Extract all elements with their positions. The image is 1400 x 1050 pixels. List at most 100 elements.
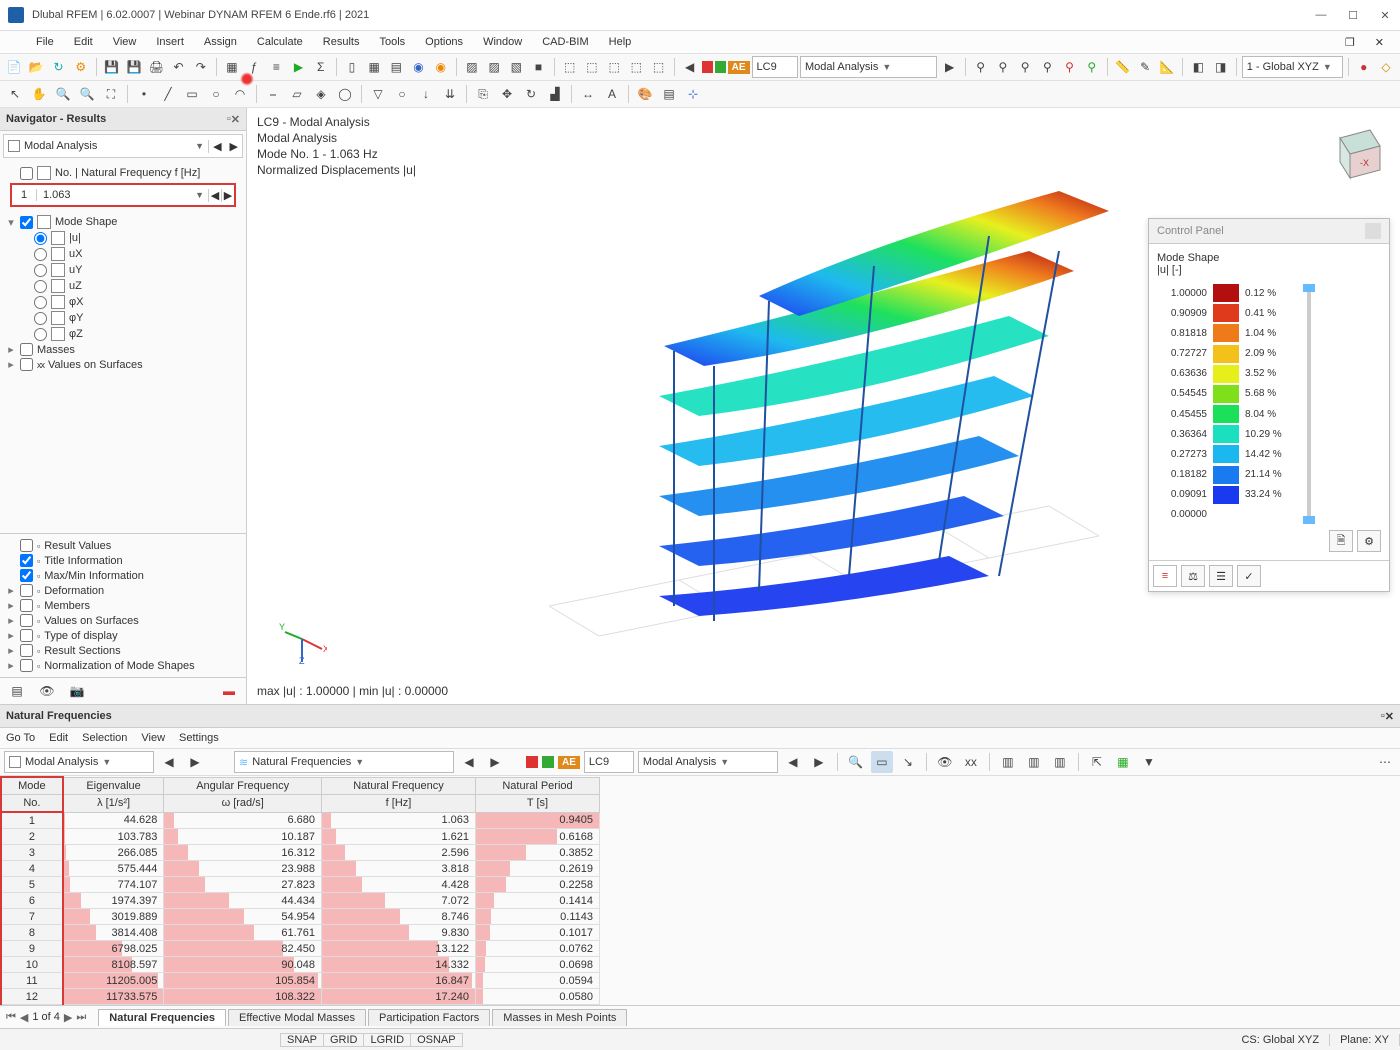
component-uY[interactable]: uY [6, 262, 240, 278]
menu-tools[interactable]: Tools [369, 34, 415, 50]
page-first-icon[interactable]: ⏮ [6, 1011, 16, 1024]
open-icon[interactable]: 📂 [26, 56, 46, 78]
navopt-0[interactable]: ▫Result Values [6, 538, 240, 553]
tab-2[interactable]: Participation Factors [368, 1009, 490, 1026]
navigator-close-icon[interactable]: ✕ [231, 113, 240, 126]
loadcase-name-combo[interactable]: Modal Analysis▼ [800, 56, 938, 78]
axis-icon[interactable]: ⊹ [682, 83, 704, 105]
table-row[interactable]: 83814.40861.7619.8300.1017 [1, 925, 600, 941]
menu-file[interactable]: File [26, 34, 64, 50]
load2-icon[interactable]: ⇊ [439, 83, 461, 105]
app-menu-icon[interactable] [6, 35, 20, 49]
freq-next-icon[interactable]: ▶ [221, 189, 234, 202]
arc-icon[interactable]: ◠ [229, 83, 251, 105]
tile-icon[interactable]: ▦ [364, 56, 384, 78]
table-next-icon[interactable]: ▶ [184, 751, 206, 773]
frequency-selector[interactable]: 1 1.063 ▼ ◀ ▶ [10, 183, 236, 207]
snap-OSNAP[interactable]: OSNAP [411, 1033, 463, 1047]
close-doc-icon[interactable]: ✕ [1365, 34, 1394, 51]
solid2-icon[interactable]: ◈ [310, 83, 332, 105]
pencil-icon[interactable]: ✎ [1135, 56, 1155, 78]
table-row[interactable]: 2103.78310.1871.6210.6168 [1, 829, 600, 845]
cursor-icon[interactable]: ↖ [4, 83, 26, 105]
solid-icon[interactable]: ■ [528, 56, 548, 78]
tab-1[interactable]: Effective Modal Masses [228, 1009, 366, 1026]
list-icon[interactable]: ≡ [266, 56, 286, 78]
table-row[interactable]: 1111205.005105.85416.8470.0594 [1, 973, 600, 989]
redo-icon[interactable]: ↷ [191, 56, 211, 78]
page-last-icon[interactable]: ⏭ [76, 1011, 86, 1024]
tablemenu-Selection[interactable]: Selection [82, 732, 127, 744]
table-lc-combo[interactable]: LC9 [584, 751, 634, 773]
navopt-3[interactable]: ▸▫Deformation [6, 583, 240, 598]
layer2-icon[interactable]: ◨ [1211, 56, 1231, 78]
table-prev-icon[interactable]: ◀ [158, 751, 180, 773]
tool-e-icon[interactable]: ⚲ [1059, 56, 1079, 78]
node-icon[interactable]: • [133, 83, 155, 105]
view-x-icon[interactable]: ⬚ [560, 56, 580, 78]
window-icon[interactable]: ▯ [342, 56, 362, 78]
table-row[interactable]: 4575.44423.9883.8180.2619 [1, 861, 600, 877]
rotate-icon[interactable]: ↻ [520, 83, 542, 105]
table-view-next-icon[interactable]: ▶ [484, 751, 506, 773]
3d-viewport[interactable]: LC9 - Modal Analysis Modal Analysis Mode… [247, 108, 1400, 704]
nav-tab-data-icon[interactable]: ▤ [6, 680, 28, 702]
box-icon[interactable]: ◇ [1376, 56, 1396, 78]
tablemenu-View[interactable]: View [141, 732, 165, 744]
table-lc-next-icon[interactable]: ▶ [808, 751, 830, 773]
tablemenu-Edit[interactable]: Edit [49, 732, 68, 744]
menu-help[interactable]: Help [599, 34, 642, 50]
tree-values-on-surfaces[interactable]: ▸ xx Values on Surfaces [6, 357, 240, 372]
table-row[interactable]: 108108.59790.04814.3320.0698 [1, 957, 600, 973]
prev-lc-icon[interactable]: ◀ [680, 56, 700, 78]
tool-f-icon[interactable]: ⚲ [1082, 56, 1102, 78]
navopt-6[interactable]: ▸▫Type of display [6, 628, 240, 643]
info-icon[interactable]: ● [1354, 56, 1374, 78]
filter-icon[interactable]: 🔍 [845, 751, 867, 773]
circle-icon[interactable]: ○ [205, 83, 227, 105]
excel-icon[interactable]: ▦ [1112, 751, 1134, 773]
blue-icon[interactable]: ◉ [408, 56, 428, 78]
hand-icon[interactable]: ✋ [28, 83, 50, 105]
table-view-combo[interactable]: ≋Natural Frequencies▼ [234, 751, 454, 773]
ortho-icon[interactable]: ⬚ [648, 56, 668, 78]
table-close-icon[interactable]: ✕ [1385, 710, 1394, 723]
next-lc-icon[interactable]: ▶ [939, 56, 959, 78]
table-lc-prev-icon[interactable]: ◀ [782, 751, 804, 773]
menu-edit[interactable]: Edit [64, 34, 103, 50]
save-all-icon[interactable]: 💾 [124, 56, 144, 78]
table-analysis-combo[interactable]: Modal Analysis▼ [4, 751, 154, 773]
new-icon[interactable]: 📄 [4, 56, 24, 78]
legend-icon[interactable]: ▤ [658, 83, 680, 105]
colors-icon[interactable]: 🎨 [634, 83, 656, 105]
snap-LGRID[interactable]: LGRID [364, 1033, 411, 1047]
tab-0[interactable]: Natural Frequencies [98, 1009, 226, 1026]
table-row[interactable]: 144.6286.6801.0630.9405 [1, 812, 600, 829]
navopt-2[interactable]: ▫Max/Min Information [6, 568, 240, 583]
menu-cad-bim[interactable]: CAD-BIM [532, 34, 598, 50]
snap-SNAP[interactable]: SNAP [280, 1033, 324, 1047]
menu-view[interactable]: View [103, 34, 147, 50]
col3-icon[interactable]: ▥ [1049, 751, 1071, 773]
freq-dropdown-icon[interactable]: ▼ [191, 190, 208, 200]
tool-a-icon[interactable]: ⚲ [971, 56, 991, 78]
maximize-button[interactable]: ☐ [1346, 9, 1360, 22]
navopt-4[interactable]: ▸▫Members [6, 598, 240, 613]
copy-icon[interactable]: ⎘ [472, 83, 494, 105]
nav-tab-results-icon[interactable]: ▬ [218, 680, 240, 702]
view-y-icon[interactable]: ⬚ [582, 56, 602, 78]
restore-window-icon[interactable]: ❐ [1335, 34, 1365, 51]
slider-top-handle[interactable] [1303, 284, 1315, 292]
navopt-7[interactable]: ▸▫Result Sections [6, 643, 240, 658]
table-row[interactable]: 61974.39744.4347.0720.1414 [1, 893, 600, 909]
line-icon[interactable]: ╱ [157, 83, 179, 105]
move-icon[interactable]: ✥ [496, 83, 518, 105]
table-lcname-combo[interactable]: Modal Analysis▼ [638, 751, 778, 773]
menu-insert[interactable]: Insert [146, 34, 194, 50]
tree-freq-header[interactable]: No. | Natural Frequency f [Hz] [6, 165, 240, 181]
panel-result-icon[interactable]: 🗎 [1329, 530, 1353, 552]
panel-close-icon[interactable] [1365, 223, 1381, 239]
component-uZ[interactable]: uZ [6, 278, 240, 294]
refresh-icon[interactable]: ↻ [48, 56, 68, 78]
member-icon[interactable]: ⎯ [262, 83, 284, 105]
